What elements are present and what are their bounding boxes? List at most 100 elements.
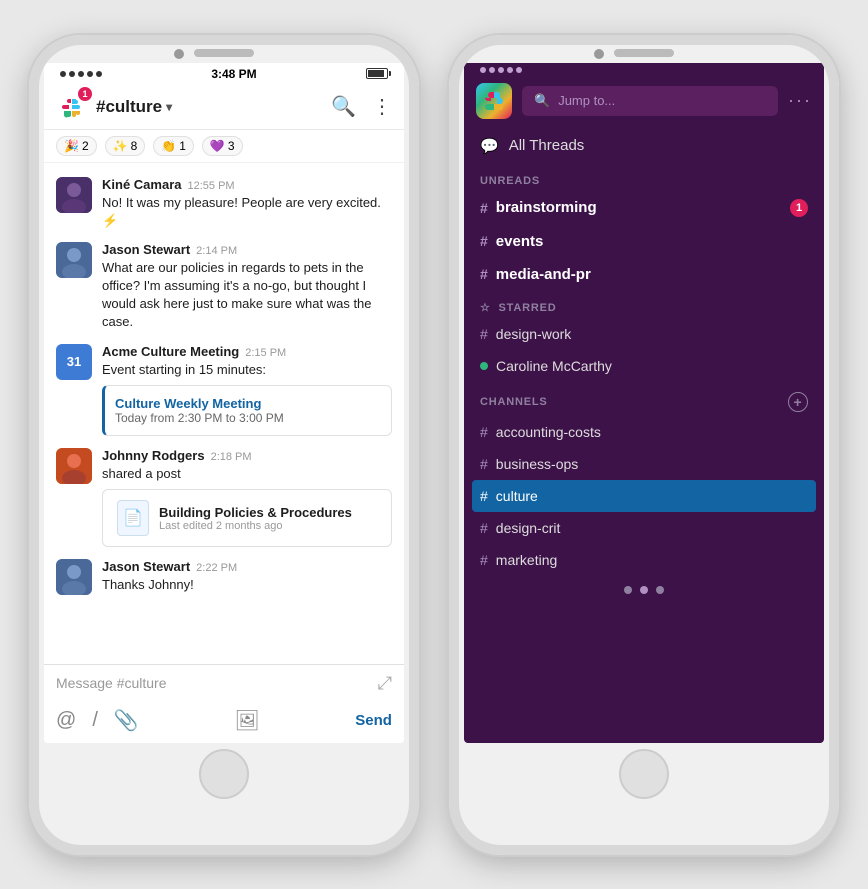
signal-dots	[60, 71, 102, 77]
sidebar-item-media-and-pr[interactable]: # media-and-pr	[464, 258, 824, 291]
doc-title: Building Policies & Procedures	[159, 505, 352, 520]
channels-section-label: CHANNELS +	[464, 382, 824, 416]
signal-dot	[78, 71, 84, 77]
dot-indicator	[656, 586, 664, 594]
chat-header: 1 #culture ▾ 🔍 ⋮	[44, 85, 404, 130]
search-placeholder: Jump to...	[558, 93, 615, 108]
channel-name-label: design-work	[496, 326, 571, 342]
reaction-pill[interactable]: 🎉2	[56, 136, 97, 156]
message-time: 2:15 PM	[245, 347, 286, 359]
channel-name-label: culture	[496, 488, 538, 504]
sidebar-item-design-crit[interactable]: # design-crit	[464, 512, 824, 544]
slack-logo: 1	[56, 91, 88, 123]
sidebar-content: 💬 All Threads UNREADS # brainstorming 1 …	[464, 127, 824, 743]
mention-icon[interactable]: @	[56, 709, 76, 732]
dm-name-label: Caroline McCarthy	[496, 358, 612, 374]
avatar	[56, 559, 92, 595]
search-bar[interactable]: 🔍 Jump to...	[522, 86, 778, 116]
add-channel-button[interactable]: +	[788, 392, 808, 412]
message-header: Jason Stewart 2:22 PM	[102, 559, 392, 574]
sidebar-item-events[interactable]: # events	[464, 225, 824, 258]
signal-dot	[87, 71, 93, 77]
front-camera-icon	[174, 49, 184, 59]
chevron-down-icon: ▾	[166, 100, 172, 114]
sidebar-screen: 🔍 Jump to... ··· 💬 All Threads UNREADS #…	[464, 63, 824, 743]
message-input-row: Message #culture ⤢	[44, 665, 404, 702]
right-phone: 🔍 Jump to... ··· 💬 All Threads UNREADS #…	[449, 35, 839, 855]
left-phone: 3:48 PM 1	[29, 35, 419, 855]
hash-icon: #	[480, 200, 488, 216]
attachment-icon[interactable]: 📎	[114, 708, 139, 733]
hash-icon: #	[480, 233, 488, 249]
hash-icon: #	[480, 552, 488, 568]
hash-icon: #	[480, 456, 488, 472]
input-toolbar: @ / 📎 🖼 Send	[44, 702, 404, 743]
home-button[interactable]	[199, 749, 249, 799]
avatar	[56, 242, 92, 278]
sidebar-item-marketing[interactable]: # marketing	[464, 544, 824, 576]
sidebar-item-brainstorming[interactable]: # brainstorming 1	[464, 191, 824, 225]
image-icon[interactable]: 🖼	[234, 708, 259, 733]
avatar: 31	[56, 344, 92, 380]
more-icon[interactable]: ⋮	[372, 94, 392, 119]
star-icon: ☆	[480, 302, 491, 314]
search-icon[interactable]: 🔍	[331, 94, 356, 119]
sidebar-item-caroline[interactable]: Caroline McCarthy	[464, 350, 824, 382]
sidebar-item-accounting-costs[interactable]: # accounting-costs	[464, 416, 824, 448]
messages-area: Kiné Camara 12:55 PM No! It was my pleas…	[44, 163, 404, 664]
signal-dot	[96, 71, 102, 77]
message-text: Thanks Johnny!	[102, 576, 392, 594]
calendar-card[interactable]: Culture Weekly Meeting Today from 2:30 P…	[102, 385, 392, 436]
message-item: Kiné Camara 12:55 PM No! It was my pleas…	[44, 171, 404, 236]
sidebar-item-design-work[interactable]: # design-work	[464, 318, 824, 350]
expand-icon[interactable]: ⤢	[378, 673, 392, 694]
dot-indicator-active	[640, 586, 648, 594]
message-header: Jason Stewart 2:14 PM	[102, 242, 392, 257]
slash-icon[interactable]: /	[92, 709, 98, 732]
threads-icon: 💬	[480, 137, 499, 155]
message-input[interactable]: Message #culture	[56, 675, 370, 691]
message-time: 2:22 PM	[196, 562, 237, 574]
header-icons: 🔍 ⋮	[331, 94, 392, 119]
sidebar-item-culture[interactable]: # culture	[472, 480, 816, 512]
status-bar: 3:48 PM	[44, 63, 404, 85]
reaction-pill[interactable]: 👏1	[153, 136, 194, 156]
hash-icon: #	[480, 326, 488, 342]
message-author: Acme Culture Meeting	[102, 344, 239, 359]
message-author: Jason Stewart	[102, 559, 190, 574]
unread-badge: 1	[790, 199, 808, 217]
message-body: Kiné Camara 12:55 PM No! It was my pleas…	[102, 177, 392, 230]
all-threads-item[interactable]: 💬 All Threads	[464, 127, 824, 165]
home-button[interactable]	[619, 749, 669, 799]
speaker	[614, 49, 674, 57]
starred-section-label: ☆ STARRED	[464, 291, 824, 318]
reaction-pill[interactable]: ✨8	[105, 136, 146, 156]
message-body: Jason Stewart 2:22 PM Thanks Johnny!	[102, 559, 392, 595]
message-text: Event starting in 15 minutes:	[102, 361, 392, 379]
speaker	[194, 49, 254, 57]
online-status-dot	[480, 362, 488, 370]
signal-dot	[69, 71, 75, 77]
more-icon[interactable]: ···	[788, 90, 812, 111]
avatar	[56, 448, 92, 484]
send-button[interactable]: Send	[355, 712, 392, 729]
unreads-section-label: UNREADS	[464, 165, 824, 191]
chat-screen: 3:48 PM 1	[44, 63, 404, 743]
slack-logo-right	[476, 83, 512, 119]
channel-name-label: accounting-costs	[496, 424, 601, 440]
message-author: Kiné Camara	[102, 177, 181, 192]
sidebar-item-business-ops[interactable]: # business-ops	[464, 448, 824, 480]
message-text: What are our policies in regards to pets…	[102, 259, 392, 332]
message-text: shared a post	[102, 465, 392, 483]
reaction-pill[interactable]: 💜3	[202, 136, 243, 156]
message-header: Johnny Rodgers 2:18 PM	[102, 448, 392, 463]
channel-name[interactable]: #culture ▾	[96, 97, 331, 117]
phone-top	[449, 35, 839, 57]
channel-name-label: media-and-pr	[496, 266, 591, 283]
calendar-title: Culture Weekly Meeting	[115, 396, 377, 411]
front-camera-icon	[594, 49, 604, 59]
document-card[interactable]: 📄 Building Policies & Procedures Last ed…	[102, 489, 392, 547]
signal-dot	[60, 71, 66, 77]
hash-icon: #	[480, 424, 488, 440]
channel-name-label: business-ops	[496, 456, 579, 472]
